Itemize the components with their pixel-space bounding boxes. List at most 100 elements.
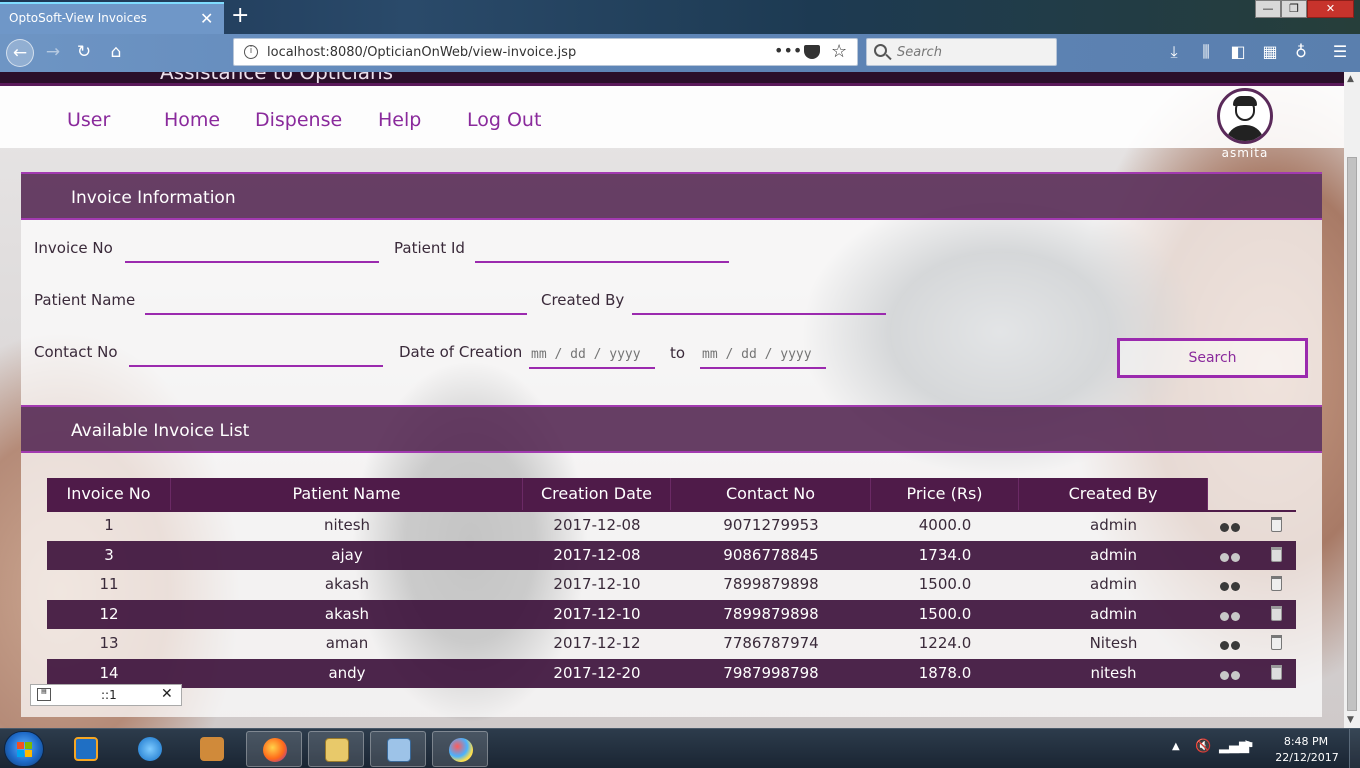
scroll-up-arrow-icon[interactable]: ▲ <box>1347 74 1354 84</box>
window-maximize-button[interactable]: ❐ <box>1281 0 1307 18</box>
contact-no-input[interactable] <box>129 339 383 365</box>
invoice-no-field[interactable] <box>125 235 379 263</box>
view-binoculars-icon[interactable] <box>1219 665 1241 683</box>
patient-id-field[interactable] <box>475 235 729 263</box>
window-close-button[interactable]: ✕ <box>1307 0 1354 18</box>
view-binoculars-icon[interactable] <box>1219 517 1241 535</box>
menu-home[interactable]: Home <box>164 109 220 131</box>
home-icon[interactable]: ⌂ <box>102 39 130 67</box>
view-binoculars-icon[interactable] <box>1219 547 1241 565</box>
taskbar-internet-explorer[interactable] <box>122 731 178 767</box>
page-actions-icon[interactable]: ••• <box>774 41 802 60</box>
cell-patient-name: nitesh <box>323 516 371 534</box>
hamburger-menu-icon[interactable]: ☰ <box>1329 42 1351 61</box>
delete-trash-icon[interactable] <box>1265 546 1287 565</box>
mini-toolbar-popup: ▤ ::1 ✕ <box>30 684 182 706</box>
created-by-input[interactable] <box>632 287 886 313</box>
bookmark-star-icon[interactable]: ☆ <box>831 41 847 62</box>
cell-created-by: Nitesh <box>1089 634 1138 652</box>
volume-muted-icon[interactable]: 🔇 <box>1195 739 1211 754</box>
col-invoice-no[interactable]: Invoice No <box>47 478 171 510</box>
menu-help[interactable]: Help <box>378 109 421 131</box>
delete-trash-icon[interactable] <box>1265 517 1287 535</box>
url-bar[interactable]: i localhost:8080/OpticianOnWeb/view-invo… <box>233 38 858 66</box>
delete-trash-icon[interactable] <box>1265 605 1287 624</box>
date-to-field[interactable] <box>700 341 826 369</box>
view-binoculars-icon[interactable] <box>1219 576 1241 594</box>
col-price[interactable]: Price (Rs) <box>871 478 1019 510</box>
page-info-icon[interactable]: i <box>244 45 258 59</box>
user-avatar[interactable] <box>1217 88 1273 144</box>
patient-name-input[interactable] <box>145 287 527 313</box>
search-icon <box>874 44 887 57</box>
tab-close-icon[interactable]: ✕ <box>200 11 213 27</box>
view-binoculars-icon[interactable] <box>1219 606 1241 624</box>
extension-grid-icon[interactable]: ▦ <box>1259 42 1281 61</box>
delete-trash-icon[interactable] <box>1265 635 1287 653</box>
col-creation-date[interactable]: Creation Date <box>523 478 671 510</box>
taskbar-virtualbox[interactable] <box>370 731 426 767</box>
clock-time[interactable]: 8:48 PM <box>1276 735 1336 748</box>
search-button[interactable]: Search <box>1117 338 1308 378</box>
pocket-icon[interactable] <box>804 45 820 59</box>
browser-search-box[interactable]: Search <box>866 38 1057 66</box>
show-desktop-button[interactable] <box>1349 729 1360 768</box>
menu-logout[interactable]: Log Out <box>467 109 541 131</box>
browser-tab-active[interactable]: OptoSoft-View Invoices ✕ <box>0 2 224 34</box>
tab-title: OptoSoft-View Invoices <box>9 11 147 25</box>
clock-date[interactable]: 22/12/2017 <box>1272 751 1342 764</box>
taskbar-word[interactable] <box>184 731 240 767</box>
cell-created-by: admin <box>1090 575 1137 593</box>
cell-price: 1500.0 <box>918 604 972 623</box>
patient-name-label: Patient Name <box>34 291 136 309</box>
date-from-input[interactable] <box>529 341 655 367</box>
invoice-no-label: Invoice No <box>34 239 113 257</box>
page-scrollbar[interactable]: ▲ ▼ <box>1344 72 1360 728</box>
action-center-icon[interactable]: ⚑ <box>1243 739 1255 754</box>
url-text[interactable]: localhost:8080/OpticianOnWeb/view-invoic… <box>267 45 576 60</box>
reload-icon[interactable]: ↻ <box>70 39 98 67</box>
forward-arrow-icon[interactable]: → <box>39 39 67 67</box>
contact-no-field[interactable] <box>129 339 383 367</box>
scroll-down-arrow-icon[interactable]: ▼ <box>1347 715 1354 725</box>
binoculars-glyph <box>1220 552 1240 562</box>
back-arrow-icon[interactable]: ← <box>6 39 34 67</box>
download-icon[interactable]: ⤓ <box>1163 42 1185 62</box>
scroll-thumb[interactable] <box>1347 157 1357 711</box>
invoice-no-input[interactable] <box>125 235 379 261</box>
patient-name-field[interactable] <box>145 287 527 315</box>
table-row: 14 andy 2017-12-20 7987998798 1878.0 nitesh <box>47 658 1296 688</box>
date-to-input[interactable] <box>700 341 826 367</box>
cell-creation-date: 2017-12-10 <box>553 604 641 623</box>
menu-dispense[interactable]: Dispense <box>255 109 342 131</box>
lightbulb-icon[interactable]: ♁ <box>1290 42 1312 61</box>
new-tab-button[interactable]: + <box>231 3 249 28</box>
taskbar-explorer[interactable] <box>308 731 364 767</box>
start-button[interactable] <box>4 731 44 767</box>
browser-tab-bar: OptoSoft-View Invoices ✕ + — ❐ ✕ <box>0 0 1360 34</box>
delete-trash-icon[interactable] <box>1265 664 1287 683</box>
library-icon[interactable]: ⫼ <box>1195 42 1217 62</box>
tray-expand-icon[interactable]: ▲ <box>1172 741 1180 752</box>
col-created-by[interactable]: Created By <box>1019 478 1208 510</box>
site-subtitle: Assistance to Opticians <box>160 72 394 84</box>
patient-id-input[interactable] <box>475 235 729 261</box>
windows-logo-icon <box>17 742 33 758</box>
view-binoculars-icon[interactable] <box>1219 635 1241 653</box>
date-from-field[interactable] <box>529 341 655 369</box>
table-row: 13 aman 2017-12-12 7786787974 1224.0 Nitesh <box>47 629 1296 659</box>
taskbar-media-player[interactable] <box>58 731 114 767</box>
menu-user[interactable]: User <box>67 109 110 131</box>
created-by-field[interactable] <box>632 287 886 315</box>
sidebar-icon[interactable]: ◧ <box>1227 42 1249 61</box>
taskbar-firefox[interactable] <box>246 731 302 767</box>
col-contact-no[interactable]: Contact No <box>671 478 871 510</box>
cell-contact-no: 7899879898 <box>723 575 819 593</box>
window-minimize-button[interactable]: — <box>1255 0 1281 18</box>
widget-close-icon[interactable]: ✕ <box>161 686 173 702</box>
col-patient-name[interactable]: Patient Name <box>171 478 523 510</box>
patient-id-label: Patient Id <box>394 239 465 257</box>
cell-invoice-no: 1 <box>104 516 114 534</box>
delete-trash-icon[interactable] <box>1265 576 1287 594</box>
taskbar-paint[interactable] <box>432 731 488 767</box>
